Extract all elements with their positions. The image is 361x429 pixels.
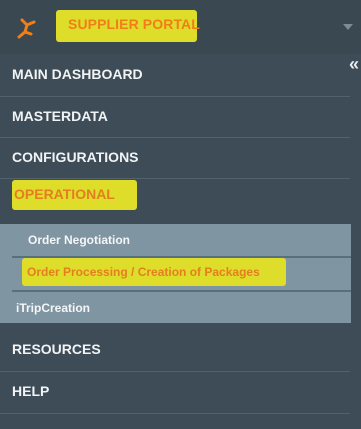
menu-item-operational[interactable]: OPERATIONAL [14, 186, 115, 202]
submenu-item-label-order-processing: Order Processing / Creation of Packages [27, 265, 260, 279]
submenu-item-label: Order Negotiation [28, 233, 131, 247]
menu-item-configurations[interactable]: CONFIGURATIONS [0, 137, 350, 179]
submenu-item-order-negotiation[interactable]: Order Negotiation [0, 224, 351, 256]
sidebar-header: SUPPLIER PORTAL [0, 0, 361, 54]
menu-item-label: CONFIGURATIONS [12, 149, 139, 165]
brand-title: SUPPLIER PORTAL [68, 16, 200, 32]
submenu-item-itrip-creation[interactable]: iTripCreation [0, 292, 351, 324]
menu-item-label: RESOURCES [12, 341, 101, 357]
menu-item-label: HELP [12, 383, 50, 399]
menu-item-resources[interactable]: RESOURCES [0, 329, 350, 371]
chevron-down-icon[interactable] [343, 24, 353, 30]
menu-item-label: MASTERDATA [12, 108, 108, 124]
sidebar: SUPPLIER PORTAL « MAIN DASHBOARD MASTERD… [0, 0, 361, 429]
submenu-item-label: iTripCreation [16, 301, 91, 315]
menu-item-help[interactable]: HELP [0, 371, 350, 413]
menu-item-label: MAIN DASHBOARD [12, 66, 143, 82]
divider [0, 413, 350, 414]
menu-item-main-dashboard[interactable]: MAIN DASHBOARD [0, 54, 350, 96]
collapse-sidebar-icon[interactable]: « [349, 54, 359, 75]
running-figure-icon [17, 18, 36, 39]
divider [0, 178, 350, 179]
menu-item-masterdata[interactable]: MASTERDATA [0, 96, 350, 138]
